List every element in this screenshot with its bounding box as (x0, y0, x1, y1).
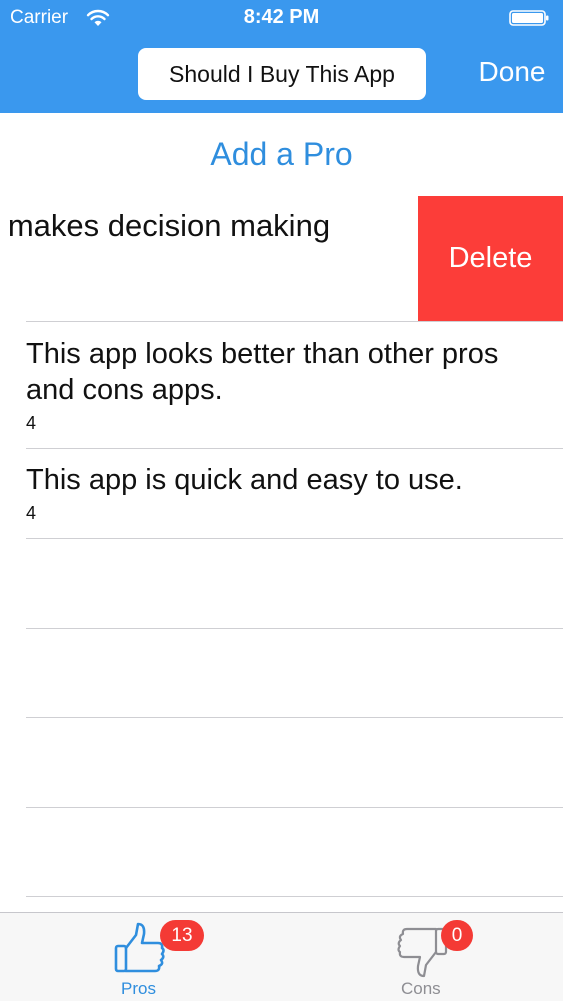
separator (26, 538, 563, 539)
list-item-title: This app looks better than other pros an… (26, 338, 499, 406)
tab-label: Cons (401, 979, 441, 998)
separator (26, 448, 563, 449)
battery-icon (509, 9, 549, 27)
list-item-title: o makes decision making (0, 208, 331, 243)
delete-button[interactable]: Delete (418, 196, 563, 321)
tab-cons[interactable]: 0 Cons (282, 913, 563, 1001)
separator (26, 321, 563, 322)
tab-bar: 13 Pros 0 Cons (0, 912, 563, 1001)
status-time: 8:42 PM (243, 6, 320, 28)
pros-count-badge: 13 (160, 920, 204, 951)
navigation-bar: Carrier 8:42 PM Should I Buy This App Do… (0, 0, 563, 113)
tab-pros[interactable]: 13 Pros (0, 913, 282, 1001)
add-pro-button[interactable]: Add a Pro (0, 136, 563, 173)
list-item-title: This app is quick and easy to use. (26, 464, 463, 496)
separator (26, 896, 563, 897)
page-title[interactable]: Should I Buy This App (138, 48, 426, 100)
cons-count-badge: 0 (441, 920, 473, 951)
done-button[interactable]: Done (466, 56, 558, 88)
thumbs-up-icon (112, 921, 168, 979)
list-item-swiped[interactable]: o makes decision making Delete (0, 196, 563, 321)
separator (26, 807, 563, 808)
separator (26, 717, 563, 718)
list-item-count: 4 (26, 413, 37, 433)
list-item-count: 4 (26, 503, 37, 523)
separator (26, 628, 563, 629)
